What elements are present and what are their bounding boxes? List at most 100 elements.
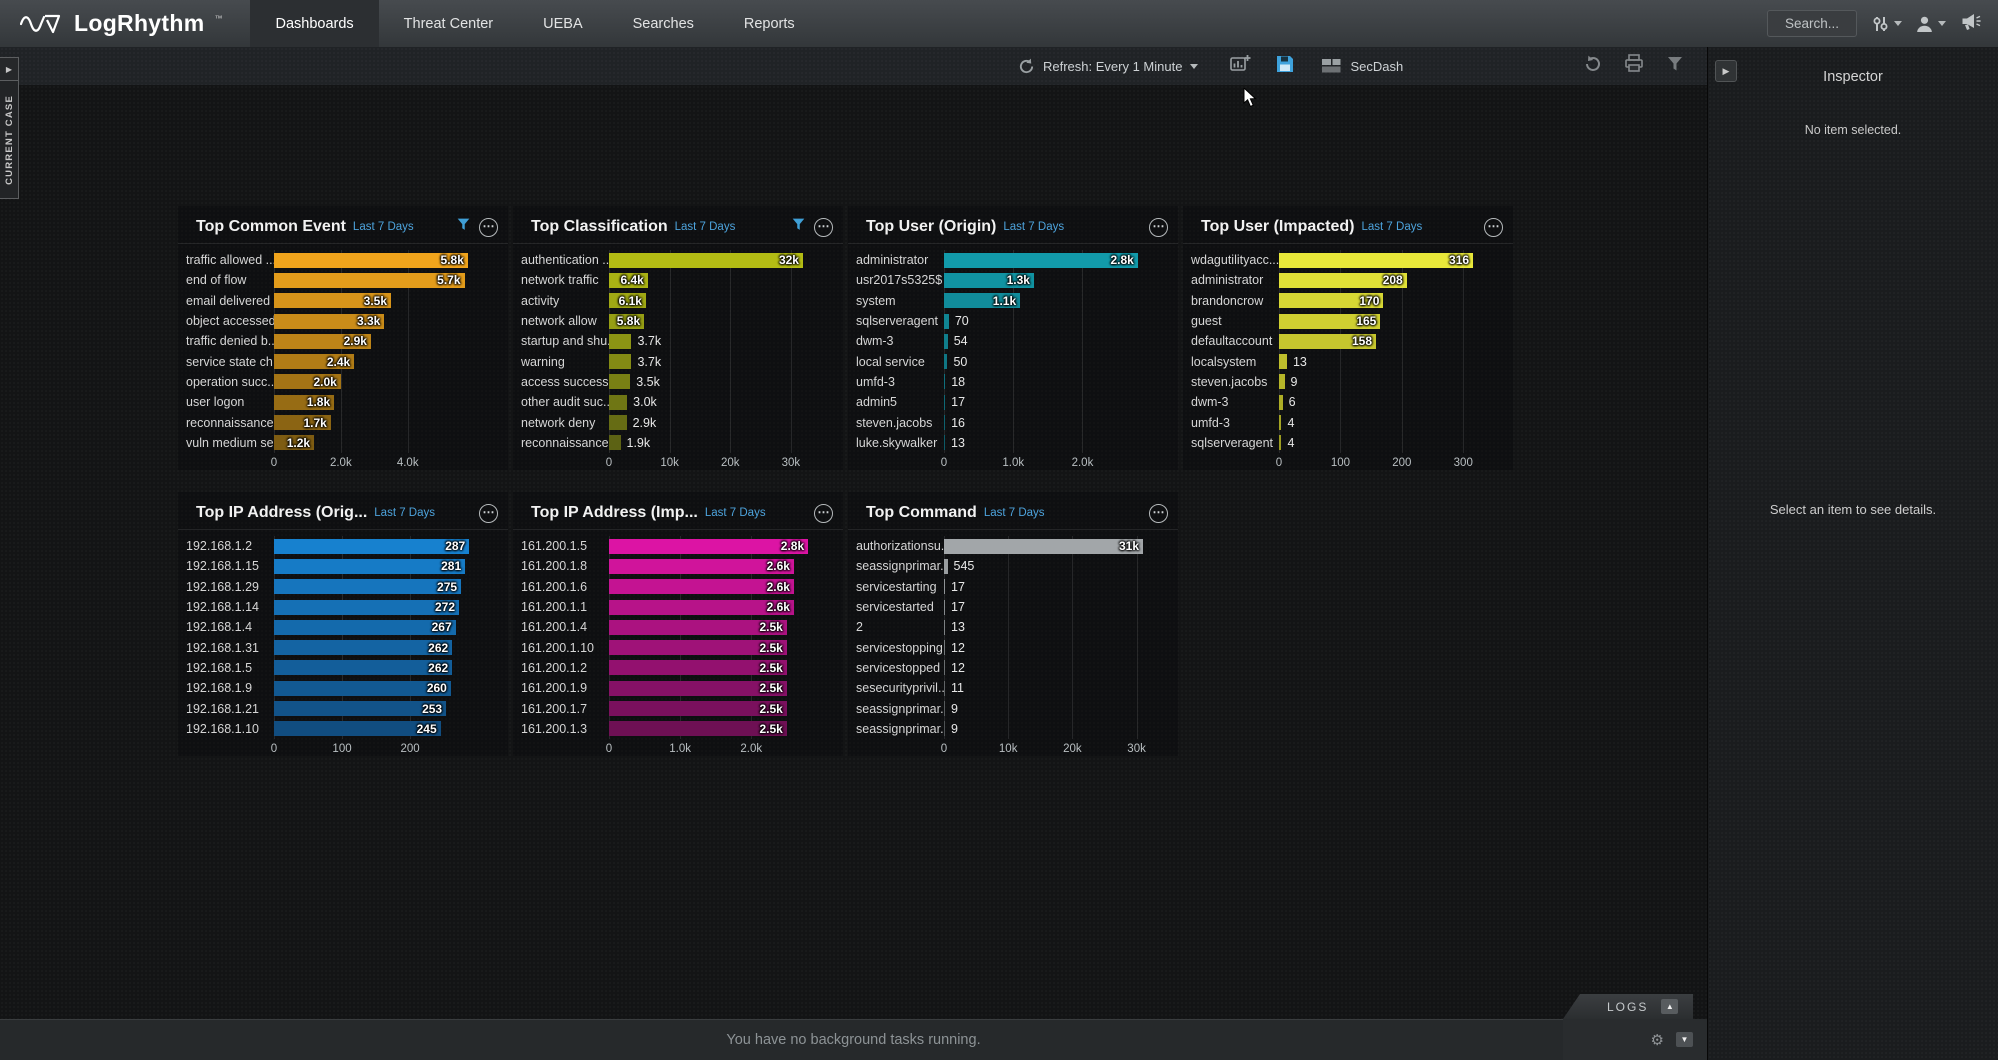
chart-menu-button[interactable]: ⋯ (1149, 218, 1168, 237)
bar[interactable] (944, 374, 945, 389)
bar[interactable]: 267 (274, 620, 456, 635)
gear-icon[interactable]: ⚙ (1651, 1031, 1664, 1049)
bar[interactable]: 2.0k (274, 374, 341, 389)
bar[interactable] (944, 354, 947, 369)
bar[interactable] (609, 334, 631, 349)
chart-menu-button[interactable]: ⋯ (1484, 218, 1503, 237)
chart-filter-button[interactable] (456, 217, 471, 237)
bar[interactable]: 2.5k (609, 721, 787, 736)
save-dashboard-button[interactable] (1275, 54, 1295, 79)
chart-menu-button[interactable]: ⋯ (814, 218, 833, 237)
bar[interactable] (944, 559, 948, 574)
tab-reports[interactable]: Reports (719, 0, 820, 47)
tab-ueba[interactable]: UEBA (518, 0, 608, 47)
bar[interactable]: 5.7k (274, 273, 465, 288)
bar[interactable]: 253 (274, 701, 446, 716)
logs-drawer-tab[interactable]: LOGS ▲ (1563, 994, 1693, 1019)
chart-filter-button[interactable] (791, 217, 806, 237)
bar[interactable]: 3.5k (274, 293, 391, 308)
bar[interactable]: 158 (1279, 334, 1376, 349)
bar[interactable]: 287 (274, 539, 469, 554)
bar[interactable] (944, 314, 949, 329)
bar[interactable] (1279, 435, 1281, 450)
bar[interactable]: 2.4k (274, 354, 354, 369)
bar[interactable]: 1.1k (944, 293, 1020, 308)
bar[interactable] (944, 395, 945, 410)
bar[interactable]: 2.5k (609, 640, 787, 655)
add-widget-button[interactable] (1230, 54, 1251, 78)
tune-menu-button[interactable] (1870, 15, 1902, 33)
chart-menu-button[interactable]: ⋯ (479, 218, 498, 237)
bar[interactable] (609, 395, 627, 410)
bar[interactable] (944, 415, 945, 430)
bar[interactable]: 2.5k (609, 681, 787, 696)
bar[interactable] (944, 640, 945, 655)
bar[interactable]: 2.6k (609, 600, 794, 615)
bar[interactable]: 260 (274, 681, 451, 696)
bar[interactable]: 2.5k (609, 620, 787, 635)
bar[interactable]: 262 (274, 660, 452, 675)
tab-dashboards[interactable]: Dashboards (250, 0, 378, 47)
bar[interactable] (1279, 395, 1283, 410)
bar[interactable]: 32k (609, 253, 803, 268)
reset-button[interactable] (1584, 55, 1602, 78)
logs-expand-button[interactable]: ▲ (1661, 999, 1678, 1014)
print-button[interactable] (1624, 54, 1644, 78)
chart-menu-button[interactable]: ⋯ (814, 504, 833, 523)
bar[interactable] (609, 374, 630, 389)
bar[interactable] (944, 681, 945, 696)
bar[interactable] (944, 721, 945, 736)
bar[interactable]: 316 (1279, 253, 1473, 268)
tab-threat-center[interactable]: Threat Center (379, 0, 518, 47)
bar[interactable]: 2.5k (609, 701, 787, 716)
bar[interactable]: 262 (274, 640, 452, 655)
refresh-button[interactable]: Refresh: Every 1 Minute (1018, 58, 1198, 75)
bar[interactable]: 208 (1279, 273, 1407, 288)
bar[interactable] (609, 354, 631, 369)
bar[interactable]: 1.8k (274, 395, 334, 410)
current-case-expand-button[interactable]: ▶ (0, 57, 19, 81)
bar[interactable] (944, 660, 945, 675)
bar[interactable] (944, 334, 948, 349)
bar[interactable] (609, 415, 627, 430)
bar[interactable] (609, 435, 621, 450)
user-menu-button[interactable] (1915, 15, 1946, 33)
bar[interactable]: 3.3k (274, 314, 384, 329)
chart-menu-button[interactable]: ⋯ (479, 504, 498, 523)
chart-menu-button[interactable]: ⋯ (1149, 504, 1168, 523)
bar[interactable]: 272 (274, 600, 459, 615)
bar[interactable]: 2.8k (609, 539, 808, 554)
bar[interactable]: 31k (944, 539, 1143, 554)
bar[interactable] (1279, 415, 1281, 430)
announcements-button[interactable] (1959, 12, 1982, 36)
bar[interactable]: 245 (274, 721, 441, 736)
bar[interactable]: 275 (274, 579, 461, 594)
current-case-tab[interactable]: CURRENT CASE (0, 81, 19, 199)
logs-collapse-button[interactable]: ▼ (1676, 1032, 1693, 1047)
bar[interactable] (1279, 374, 1285, 389)
bar[interactable]: 170 (1279, 293, 1383, 308)
bar[interactable]: 1.7k (274, 415, 331, 430)
bar[interactable]: 281 (274, 559, 465, 574)
bar[interactable]: 5.8k (609, 314, 644, 329)
tab-searches[interactable]: Searches (608, 0, 719, 47)
bar[interactable]: 1.3k (944, 273, 1034, 288)
bar[interactable]: 6.1k (609, 293, 646, 308)
dashboard-selector[interactable]: SecDash (1321, 58, 1403, 74)
bar[interactable] (944, 701, 945, 716)
bar[interactable]: 2.9k (274, 334, 371, 349)
global-filter-button[interactable] (1666, 55, 1684, 78)
bar[interactable] (944, 620, 945, 635)
bar[interactable] (944, 600, 945, 615)
bar[interactable]: 2.5k (609, 660, 787, 675)
bar[interactable]: 2.6k (609, 579, 794, 594)
bar[interactable]: 165 (1279, 314, 1380, 329)
bar[interactable] (944, 435, 945, 450)
bar[interactable]: 5.8k (274, 253, 468, 268)
bar[interactable] (944, 579, 945, 594)
bar[interactable]: 6.4k (609, 273, 648, 288)
bar[interactable] (1279, 354, 1287, 369)
bar[interactable]: 1.2k (274, 435, 314, 450)
bar[interactable]: 2.6k (609, 559, 794, 574)
search-button[interactable]: Search... (1767, 10, 1857, 37)
